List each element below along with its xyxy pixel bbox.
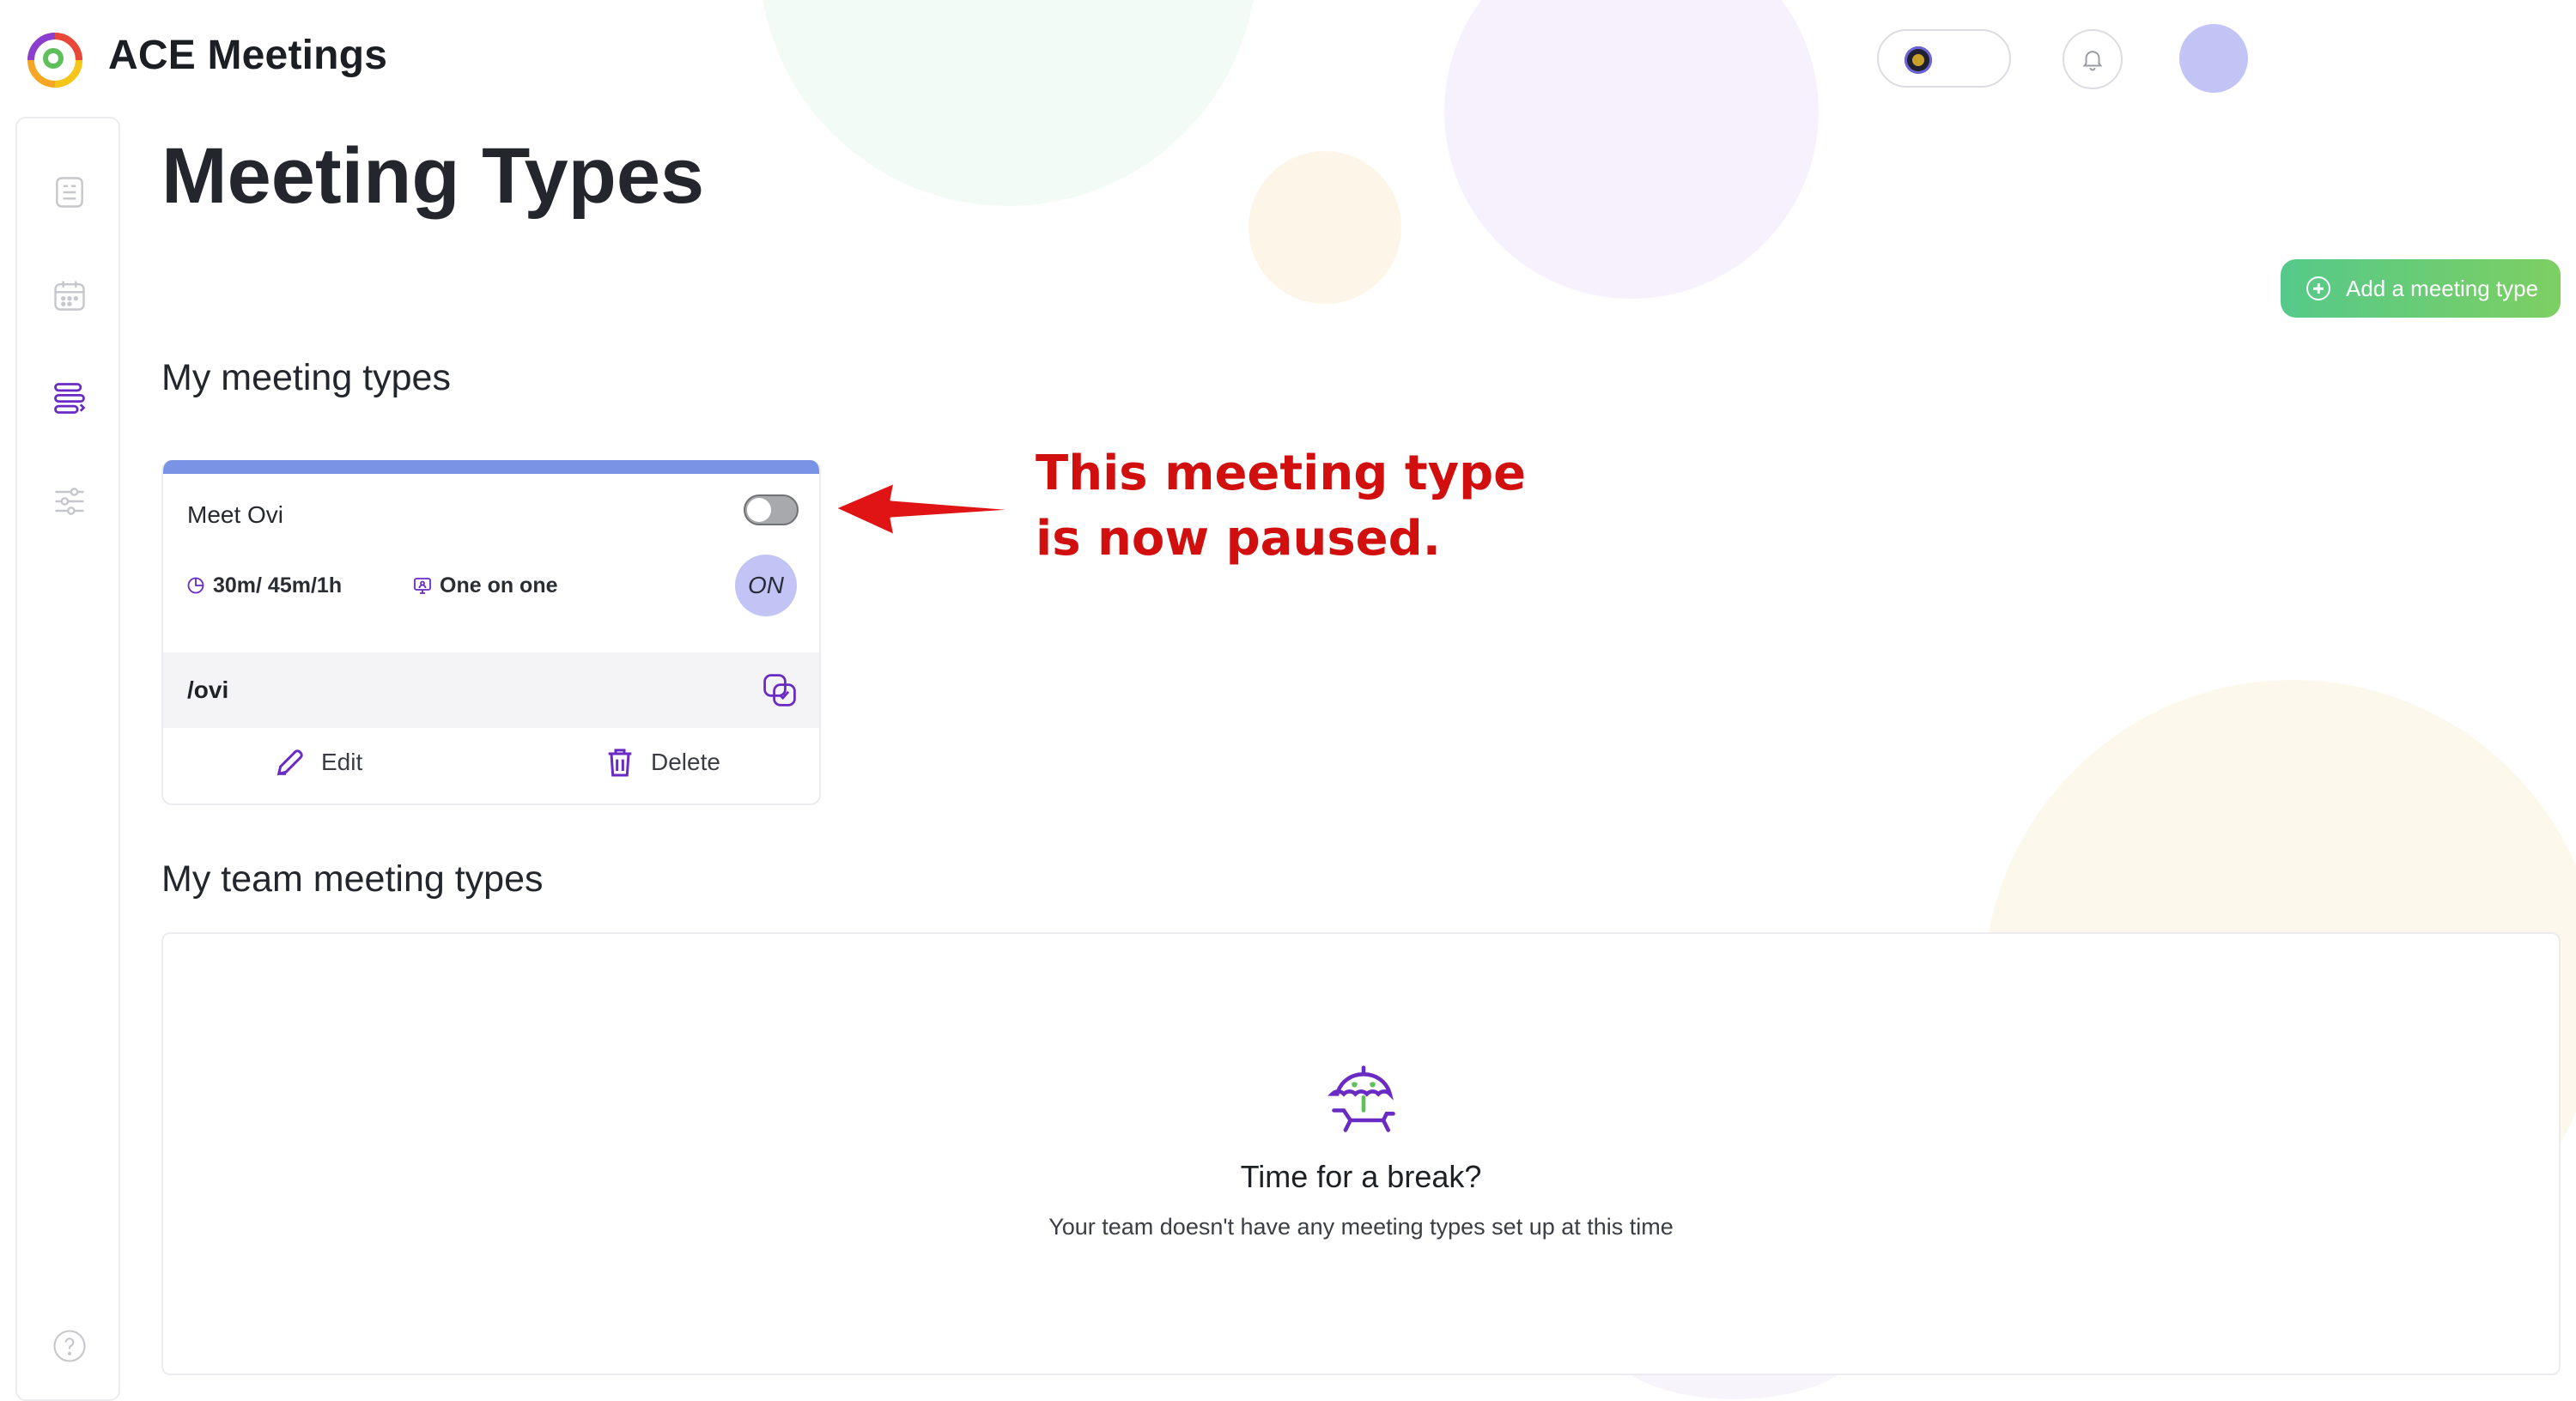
theme-dot-icon — [1905, 46, 1932, 74]
delete-label: Delete — [651, 749, 720, 775]
annotation-line-1: This meeting type — [1036, 446, 1527, 501]
booking-link-row: /ovi — [163, 652, 819, 728]
meeting-type-card: Meet Ovi 30m/ 45m/1h One on one ON /ovi … — [161, 460, 821, 805]
edit-label: Edit — [321, 749, 363, 775]
calendar-icon — [54, 281, 85, 311]
toggle-knob — [747, 498, 771, 522]
theme-switcher[interactable] — [1877, 29, 2011, 88]
annotation-arrow-icon — [833, 481, 1025, 537]
bg-circle-peach — [1249, 151, 1401, 304]
sidebar-item-overview[interactable] — [49, 172, 90, 213]
meeting-durations: 30m/ 45m/1h — [185, 568, 342, 603]
help-icon — [53, 1330, 86, 1362]
empty-state-description: Your team doesn't have any meeting types… — [1048, 1214, 1674, 1240]
meeting-kind-text: One on one — [440, 573, 558, 597]
annotation-line-2: is now paused. — [1036, 511, 1442, 567]
meeting-types-icon — [54, 383, 86, 414]
plus-circle-icon — [2306, 276, 2330, 300]
team-meeting-types-heading: My team meeting types — [161, 858, 544, 900]
durations-text: 30m/ 45m/1h — [213, 573, 343, 597]
settings-sliders-icon — [55, 488, 84, 515]
booking-slug: /ovi — [187, 676, 229, 703]
pencil-icon — [276, 749, 303, 776]
sidebar-item-settings[interactable] — [49, 481, 90, 522]
sidebar-item-help[interactable] — [49, 1325, 90, 1367]
bg-circle-lavender — [1444, 0, 1819, 299]
paused-annotation: This meeting type is now paused. — [1036, 441, 1526, 572]
meeting-kind: One on one — [412, 568, 558, 603]
sidebar — [15, 117, 120, 1401]
app-logo — [27, 33, 82, 88]
list-document-icon — [56, 177, 83, 208]
team-meeting-types-panel: Time for a break? Your team doesn't have… — [161, 932, 2561, 1375]
notifications-button[interactable] — [2063, 29, 2123, 89]
sidebar-item-calendar[interactable] — [49, 275, 90, 316]
empty-state-title: Time for a break? — [1240, 1159, 1482, 1194]
edit-button[interactable]: Edit — [273, 737, 362, 788]
delete-button[interactable]: Delete — [603, 737, 720, 788]
user-avatar[interactable] — [2179, 24, 2248, 93]
my-meeting-types-heading: My meeting types — [161, 357, 451, 398]
meeting-type-name: Meet Ovi — [187, 501, 284, 528]
app-title: ACE Meetings — [108, 33, 388, 78]
bg-circle-mint — [759, 0, 1257, 206]
clock-icon — [187, 577, 204, 594]
add-meeting-type-button[interactable]: Add a meeting type — [2281, 259, 2561, 318]
beach-umbrella-icon — [1327, 1065, 1395, 1132]
trash-icon — [608, 749, 632, 777]
screen-user-icon — [414, 578, 431, 594]
card-accent-bar — [163, 460, 819, 474]
page-title: Meeting Types — [161, 132, 705, 220]
sidebar-item-meeting-types[interactable] — [49, 378, 90, 419]
meeting-type-active-toggle[interactable] — [744, 494, 799, 525]
copy-link-icon[interactable] — [761, 671, 799, 709]
add-meeting-type-label: Add a meeting type — [2346, 275, 2539, 301]
bell-icon — [2082, 51, 2103, 71]
status-badge: ON — [735, 555, 797, 616]
